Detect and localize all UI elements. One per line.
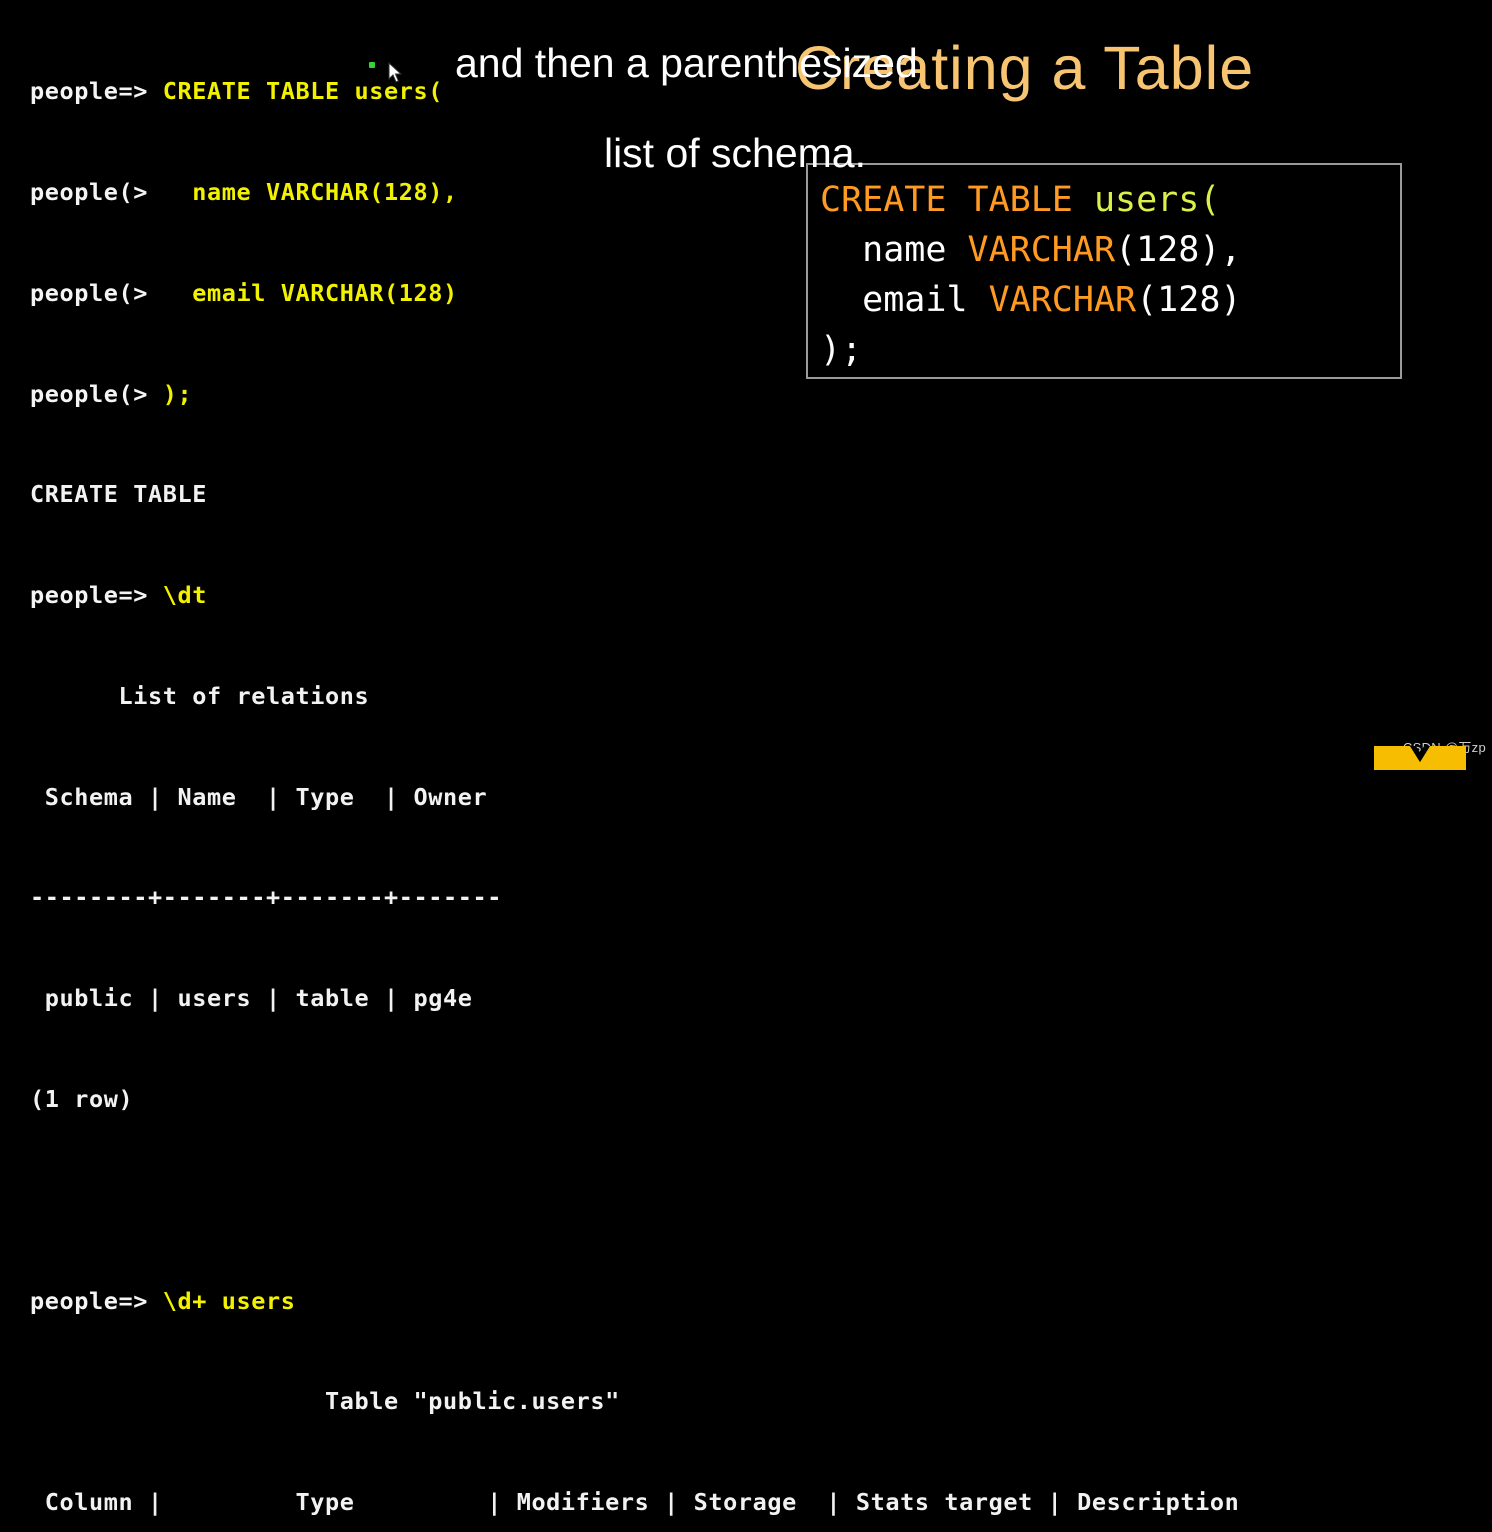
caption-line-1: and then a parenthesized (455, 40, 918, 86)
sql-indent (820, 230, 862, 270)
sql-close-statement: ); (820, 330, 863, 370)
dt-table-row: public | users | table | pg4e (30, 984, 473, 1013)
terminal-line-create-4: people(> ); (30, 378, 1492, 412)
dt-table-rule: --------+-------+-------+------- (30, 883, 502, 912)
caption-line-2: list of schema. (603, 130, 867, 176)
sql-command-text: ); (162, 379, 193, 408)
sql-keyword-varchar: VARCHAR (967, 230, 1116, 270)
psql-meta-command: \dt (162, 581, 207, 610)
dplus-table-header: Column | Type | Modifiers | Storage | St… (30, 1488, 1240, 1517)
psql-meta-command: \d+ users (162, 1286, 296, 1315)
sql-keyword-varchar: VARCHAR (988, 280, 1137, 320)
sql-indent (820, 280, 862, 320)
sql-type-args: (128), (1115, 230, 1242, 270)
prompt-label: people=> (30, 77, 163, 106)
dt-row-count: (1 row) (30, 1085, 134, 1113)
terminal-line-dplus: people=> \d+ users (30, 1285, 1492, 1319)
continuation-prompt-label: people(> (30, 278, 163, 307)
dplus-table-title: Table "public.users" (30, 1387, 620, 1416)
dt-table-title: List of relations (30, 681, 370, 710)
text-caret-marker (369, 62, 375, 68)
dt-table-header: Schema | Name | Type | Owner (30, 782, 488, 811)
terminal-line-dt: people=> \dt (30, 579, 1492, 613)
sql-type-args: (128) (1136, 280, 1242, 320)
sql-command-text: name VARCHAR(128), (162, 177, 458, 206)
sql-open-paren: ( (1199, 180, 1221, 220)
prompt-label: people=> (30, 581, 163, 610)
create-table-result: CREATE TABLE (30, 480, 207, 509)
continuation-prompt-label: people(> (30, 379, 163, 408)
mouse-pointer-icon (388, 62, 403, 83)
video-caption-overlay: and then a parenthesized list of schema. (455, 0, 1015, 221)
prompt-label: people=> (30, 1286, 163, 1315)
sql-column-name: name (862, 230, 968, 270)
continuation-prompt-label: people(> (30, 177, 163, 206)
sql-command-text: email VARCHAR(128) (162, 278, 458, 307)
sql-column-name: email (862, 280, 989, 320)
sql-table-name: users (1093, 180, 1200, 220)
